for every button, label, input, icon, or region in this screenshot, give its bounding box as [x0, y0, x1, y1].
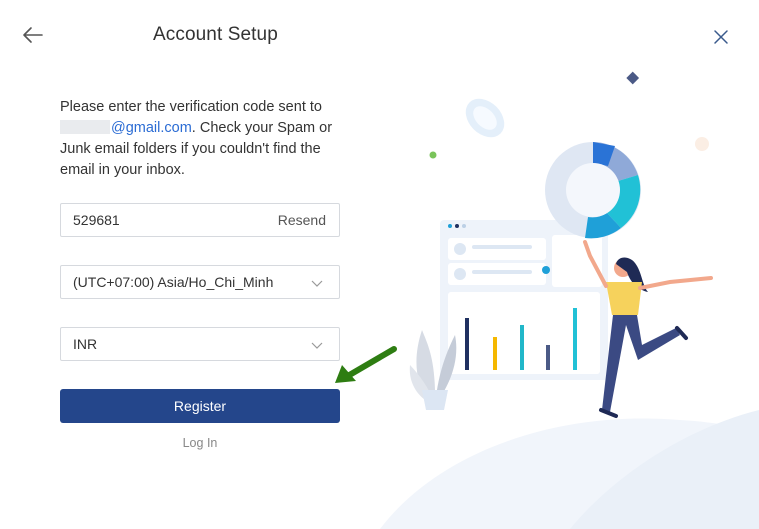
resend-button[interactable]: Resend	[278, 212, 326, 228]
verification-instructions: Please enter the verification code sent …	[60, 97, 345, 181]
chevron-down-icon	[311, 280, 323, 287]
timezone-value: (UTC+07:00) Asia/Ho_Chi_Minh	[73, 274, 274, 290]
currency-select[interactable]: INR	[60, 327, 340, 361]
back-arrow-icon[interactable]	[20, 22, 46, 48]
verification-code-input[interactable]: 529681 Resend	[60, 203, 340, 237]
chevron-down-icon	[311, 342, 323, 349]
close-icon[interactable]	[709, 25, 733, 49]
account-setup-dialog: Account Setup Please enter the verificat…	[0, 0, 759, 529]
email-domain: @gmail.com	[111, 120, 192, 136]
register-button[interactable]: Register	[60, 389, 340, 423]
verification-code-value[interactable]: 529681	[73, 212, 120, 228]
dialog-title: Account Setup	[153, 24, 278, 45]
login-link[interactable]: Log In	[183, 436, 218, 450]
login-link-row: Log In	[0, 436, 400, 450]
decorative-illustration	[380, 71, 759, 529]
masked-email-user	[60, 120, 110, 134]
timezone-select[interactable]: (UTC+07:00) Asia/Ho_Chi_Minh	[60, 265, 340, 299]
currency-value: INR	[73, 336, 98, 352]
instructions-line1: Please enter the verification code sent …	[60, 99, 322, 115]
